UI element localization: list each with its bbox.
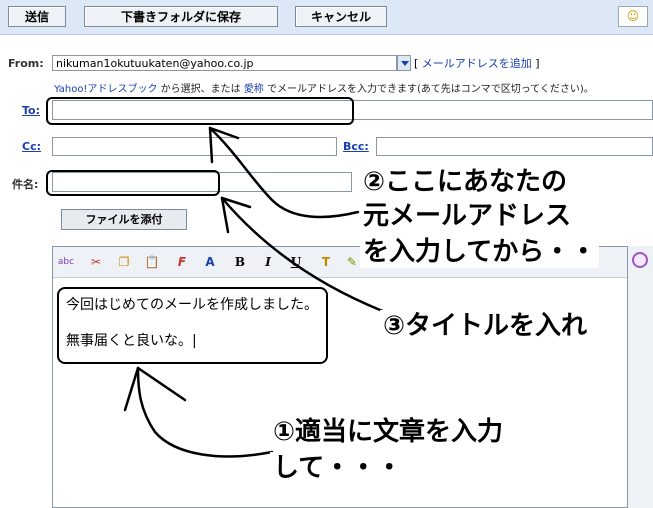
annotation-2-line-3: を入力してから・・ — [360, 236, 600, 268]
compose-window: 送信 下書きフォルダに保存 キャンセル ☺ From: nikuman1okut… — [0, 0, 653, 508]
annotation-1-line-1: ①適当に文章を入力 — [270, 416, 507, 448]
arrow-to-to-field — [208, 126, 360, 219]
annotation-1-line-2: して・・・ — [270, 452, 406, 484]
annotation-2-line-1: ②ここにあなたの — [360, 166, 571, 198]
arrow-to-body-head — [123, 366, 187, 412]
annotation-2-line-2: 元メールアドレス — [360, 200, 575, 232]
annotation-3: ③タイトルを入れ — [380, 310, 591, 342]
